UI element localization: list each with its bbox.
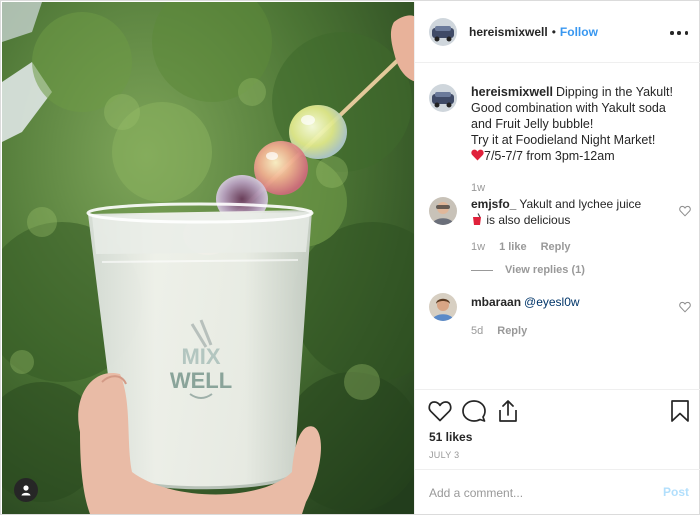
- comment-item: emjsfo_ Yakult and lychee juice is also d…: [429, 197, 691, 276]
- comment-mention-link[interactable]: @eyesl0w: [524, 295, 580, 309]
- avatar[interactable]: [429, 197, 457, 225]
- comments-list: hereismixwell Dipping in the Yakult! Good…: [415, 64, 700, 389]
- heart-emoji-icon: [471, 149, 484, 163]
- caption-username[interactable]: hereismixwell: [471, 85, 553, 99]
- drink-emoji-icon: [471, 212, 483, 227]
- comment-likes[interactable]: 1 like: [499, 241, 527, 253]
- comment-username[interactable]: mbaraan: [471, 295, 521, 309]
- add-comment-bar: Post: [415, 469, 700, 514]
- comment-username[interactable]: emjsfo_: [471, 197, 516, 211]
- caption-line: Try it at Foodieland Night Market!: [471, 133, 656, 147]
- follow-button[interactable]: Follow: [560, 25, 598, 39]
- comment-bubble-icon[interactable]: [461, 398, 487, 424]
- post-header: hereismixwell • Follow: [415, 2, 700, 63]
- separator-dot: •: [551, 25, 556, 39]
- replies-divider: [471, 269, 493, 271]
- like-comment-heart-icon[interactable]: [679, 205, 691, 217]
- likes-count[interactable]: 51 likes: [429, 430, 472, 444]
- caption-timestamp[interactable]: 1w: [471, 182, 485, 194]
- save-bookmark-icon[interactable]: [667, 398, 693, 424]
- post-sidebar: hereismixwell • Follow hereismixwell Dipp…: [414, 2, 700, 514]
- comment-input[interactable]: [429, 483, 649, 503]
- avatar[interactable]: [429, 293, 457, 321]
- user-tag-icon[interactable]: [14, 478, 38, 502]
- reply-button[interactable]: Reply: [497, 325, 527, 337]
- reply-button[interactable]: Reply: [541, 241, 571, 253]
- comment-item: mbaraan @eyesl0w 5d Reply: [429, 293, 691, 337]
- comment-text: is also delicious: [486, 212, 571, 227]
- cup-logo-line2: WELL: [170, 368, 232, 393]
- post-comment-button[interactable]: Post: [663, 485, 689, 499]
- avatar[interactable]: [429, 18, 457, 46]
- avatar[interactable]: [429, 84, 457, 112]
- post-username[interactable]: hereismixwell: [469, 25, 548, 39]
- caption-line: and Fruit Jelly bubble!: [471, 117, 594, 131]
- cup-logo-line1: MIX: [181, 344, 220, 369]
- caption: hereismixwell Dipping in the Yakult! Good…: [429, 84, 691, 194]
- view-replies-label: View replies (1): [505, 264, 585, 276]
- like-heart-icon[interactable]: [427, 398, 453, 424]
- caption-line: 7/5-7/7 from 3pm-12am: [484, 149, 615, 163]
- view-replies-button[interactable]: View replies (1): [471, 264, 691, 276]
- yakult-drink-image: MIX WELL: [2, 2, 414, 514]
- caption-line: Good combination with Yakult soda: [471, 101, 666, 115]
- comment-timestamp[interactable]: 5d: [471, 325, 483, 337]
- comment-timestamp[interactable]: 1w: [471, 241, 485, 253]
- more-options-icon[interactable]: [670, 24, 688, 42]
- post-photo[interactable]: MIX WELL: [2, 2, 414, 514]
- like-comment-heart-icon[interactable]: [679, 301, 691, 313]
- post-window: MIX WELL hereismixwell • Follow hereismi…: [0, 0, 700, 515]
- comment-text: Yakult and lychee juice: [519, 197, 642, 211]
- post-date[interactable]: JULY 3: [429, 450, 459, 460]
- share-icon[interactable]: [495, 398, 521, 424]
- caption-line: Dipping in the Yakult!: [556, 85, 673, 99]
